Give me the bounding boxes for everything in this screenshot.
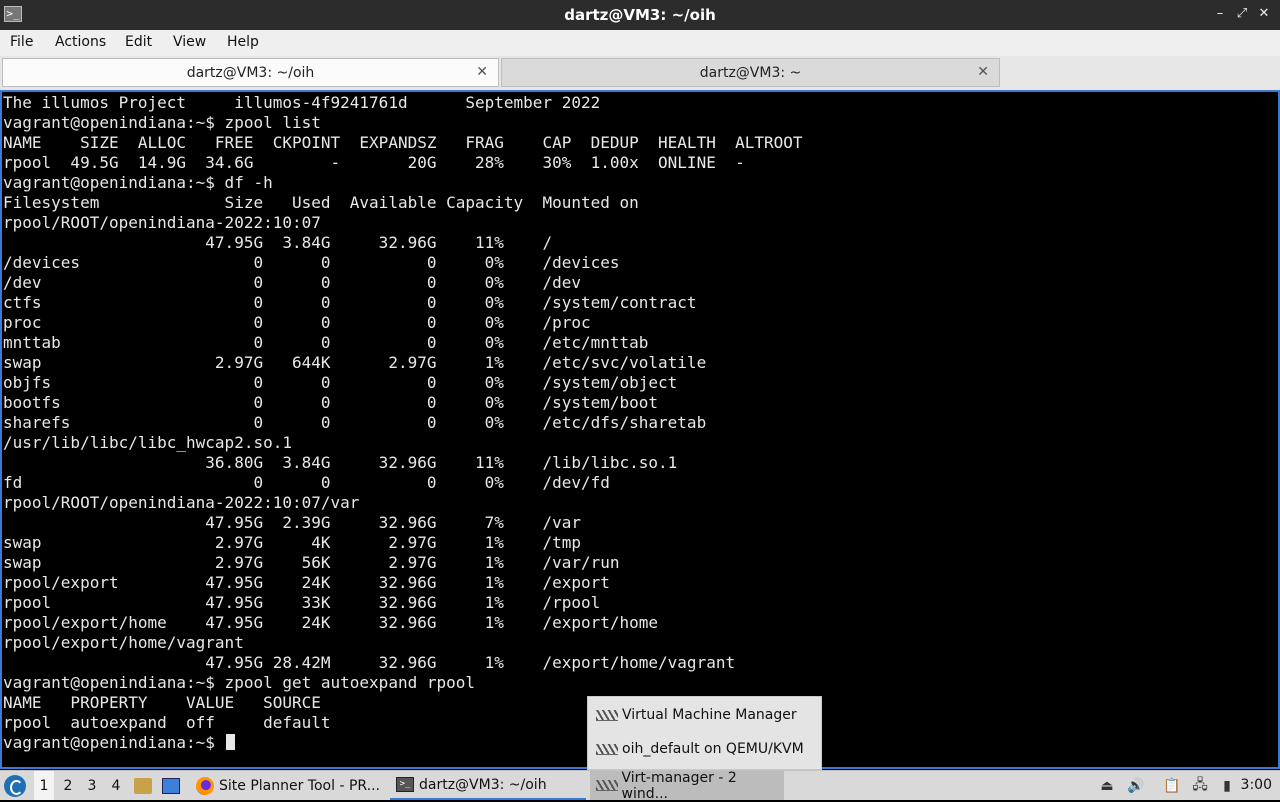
popup-item-label: Virtual Machine Manager [622,707,797,723]
terminal-line: rpool/ROOT/openindiana-2022:10:07 [3,213,321,232]
workspace-2[interactable]: 2 [58,771,78,800]
task-label: Site Planner Tool - PR... [219,777,380,794]
popup-item-oih-default[interactable]: oih_default on QEMU/KVM [596,737,804,761]
text-cursor [225,734,235,750]
volume-icon[interactable]: 🔊 [1126,775,1146,797]
terminal-line: rpool/export 47.95G 24K 32.96G 1% /expor… [3,573,610,592]
desktop-icon [162,777,180,794]
terminal-line: 36.80G 3.84G 32.96G 11% /lib/libc.so.1 [3,453,678,472]
terminal-line: swap 2.97G 4K 2.97G 1% /tmp [3,533,581,552]
eject-icon[interactable]: ⏏ [1098,775,1116,797]
clock[interactable]: 3:00 [1241,777,1272,793]
tab-label: dartz@VM3: ~/oih [186,65,315,81]
battery-icon[interactable]: ▮ [1218,775,1236,797]
file-manager-launcher[interactable] [134,771,157,800]
terminal-line: rpool 47.95G 33K 32.96G 1% /rpool [3,593,601,612]
tab-close-icon[interactable]: ✕ [977,64,989,80]
task-terminal[interactable]: >_ dartz@VM3: ~/oih [390,771,586,800]
terminal-line: 47.95G 2.39G 32.96G 7% /var [3,513,581,532]
network-icon[interactable]: 🖧 [1190,775,1210,797]
task-label: dartz@VM3: ~/oih [419,776,547,793]
terminal-line: sharefs 0 0 0 0% /etc/dfs/sharetab [3,413,707,432]
tab-close-icon[interactable]: ✕ [476,64,488,80]
terminal-icon: >_ [396,777,414,792]
virt-manager-icon [596,780,618,791]
virt-manager-icon [596,709,618,721]
menu-view[interactable]: View [173,34,206,50]
workspace-4[interactable]: 4 [106,771,126,800]
terminal-line: swap 2.97G 56K 2.97G 1% /var/run [3,553,620,572]
menu-bar: File Actions Edit View Help [0,30,1280,56]
terminal-line: /dev 0 0 0 0% /dev [3,273,581,292]
terminal-line: NAME SIZE ALLOC FREE CKPOINT EXPANDSZ FR… [3,133,803,152]
close-icon[interactable]: ✕ [1256,5,1272,23]
window-list-popup: Virtual Machine Manager oih_default on Q… [587,696,822,770]
minimize-icon[interactable]: – [1212,5,1228,23]
terminal-line: mnttab 0 0 0 0% /etc/mnttab [3,333,649,352]
terminal-line: rpool/ROOT/openindiana-2022:10:07/var [3,493,360,512]
terminal-line: 47.95G 3.84G 32.96G 11% / [3,233,553,252]
terminal-line: bootfs 0 0 0 0% /system/boot [3,393,659,412]
tab-label: dartz@VM3: ~ [699,65,802,81]
terminal-line: objfs 0 0 0 0% /system/object [3,373,678,392]
terminal-line: rpool 49.5G 14.9G 34.6G - 20G 28% 30% 1.… [3,153,745,172]
task-firefox[interactable]: Site Planner Tool - PR... [190,771,386,800]
terminal-line: ctfs 0 0 0 0% /system/contract [3,293,697,312]
terminal-line: 47.95G 28.42M 32.96G 1% /export/home/vag… [3,653,736,672]
terminal-line: /devices 0 0 0 0% /devices [3,253,620,272]
window-title: dartz@VM3: ~/oih [564,6,716,24]
window-titlebar[interactable]: >_ dartz@VM3: ~/oih – ⤢ ✕ [0,0,1280,30]
task-label: Virt-manager - 2 wind... [621,769,737,802]
menu-file[interactable]: File [10,34,33,50]
terminal-area[interactable]: The illumos Project illumos-4f9241761d S… [0,90,1280,769]
menu-actions[interactable]: Actions [55,34,106,50]
terminal-line: Filesystem Size Used Available Capacity … [3,193,639,212]
terminal-line: rpool/export/home 47.95G 24K 32.96G 1% /… [3,613,659,632]
file-manager-icon [134,777,152,794]
start-menu-icon [4,774,26,797]
restore-icon[interactable]: ⤢ [1234,5,1250,23]
popup-item-label: oih_default on QEMU/KVM [622,741,804,757]
terminal-prompt: vagrant@openindiana:~$ [3,733,225,752]
terminal-line: fd 0 0 0 0% /dev/fd [3,473,610,492]
terminal-line: swap 2.97G 644K 2.97G 1% /etc/svc/volati… [3,353,707,372]
start-menu-button[interactable] [4,771,31,800]
virt-manager-icon [596,743,618,755]
taskbar: 1 2 3 4 Site Planner Tool - PR... >_ dar… [0,769,1280,802]
terminal-line: proc 0 0 0 0% /proc [3,313,591,332]
terminal-line: vagrant@openindiana:~$ zpool get autoexp… [3,673,476,692]
firefox-icon [196,776,214,795]
menu-help[interactable]: Help [227,34,259,50]
tab-oih[interactable]: dartz@VM3: ~/oih ✕ [2,58,499,87]
workspace-1[interactable]: 1 [34,771,54,800]
menu-edit[interactable]: Edit [125,34,152,50]
show-desktop-launcher[interactable] [162,771,185,800]
tab-bar: dartz@VM3: ~/oih ✕ dartz@VM3: ~ ✕ [0,56,1280,90]
workspace-3[interactable]: 3 [82,771,102,800]
terminal-output: The illumos Project illumos-4f9241761d S… [3,93,803,753]
terminal-line: vagrant@openindiana:~$ df -h [3,173,273,192]
terminal-line: The illumos Project illumos-4f9241761d S… [3,93,601,112]
popup-item-virt-manager[interactable]: Virtual Machine Manager [596,703,797,727]
tab-home[interactable]: dartz@VM3: ~ ✕ [501,58,1000,87]
terminal-line: /usr/lib/libc/libc_hwcap2.so.1 [3,433,292,452]
terminal-line: rpool/export/home/vagrant [3,633,244,652]
clipboard-icon[interactable]: 📋 [1162,775,1182,797]
task-virt-manager[interactable]: Virt-manager - 2 wind... [590,769,784,802]
window-controls: – ⤢ ✕ [1212,5,1272,23]
terminal-line: vagrant@openindiana:~$ zpool list [3,113,321,132]
